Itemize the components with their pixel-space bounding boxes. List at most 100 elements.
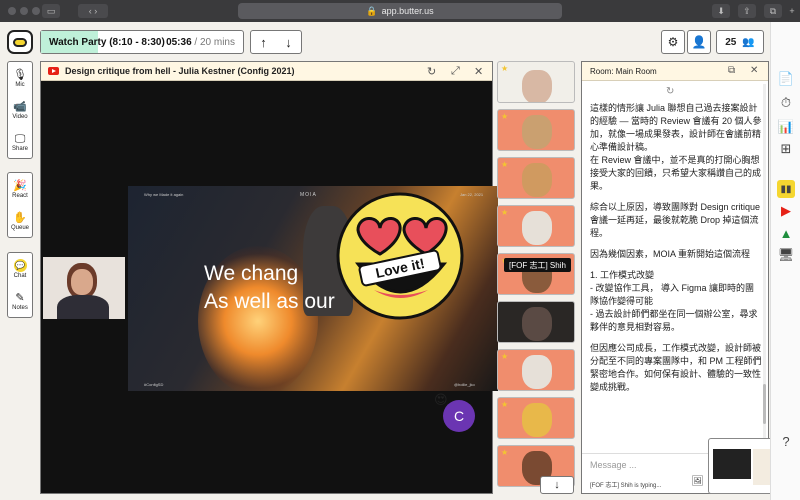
scroll-down-arrow-icon[interactable]: ↓ — [540, 476, 574, 494]
document-icon[interactable]: 📄 — [777, 70, 795, 88]
participants-button[interactable]: 25 👥 — [716, 30, 764, 54]
chat-button[interactable]: 💬 Chat — [8, 253, 32, 285]
notes-button[interactable]: ✎ Notes — [8, 285, 32, 317]
party-popper-icon: 🎉 — [13, 179, 27, 192]
panel-tool-group: 💬 Chat ✎ Notes — [7, 252, 33, 318]
av-tool-group: 🎙 Mic 📹 Video 🖵 Share — [7, 61, 33, 159]
chat-message: 在 Review 會議中，並不是真的打開心胸想接受大家的回饋，只希望大家稱讚自己… — [590, 155, 762, 191]
sidebar-toggle-icon[interactable]: ▭ — [42, 4, 60, 18]
google-drive-icon[interactable]: ▲ — [777, 224, 795, 242]
tabs-icon[interactable]: ⧉ — [764, 4, 782, 18]
butter-logo[interactable] — [7, 30, 33, 54]
avatar[interactable]: C — [443, 400, 475, 432]
youtube-icon[interactable]: ▶ — [777, 202, 795, 220]
participant-tile[interactable]: ★ — [497, 157, 575, 199]
notes-label: Notes — [12, 304, 28, 311]
message-input[interactable]: Message ... — [590, 460, 637, 470]
watch-party-window: Design critique from hell - Julia Kestne… — [40, 61, 498, 494]
group-icon: 👥 — [742, 36, 755, 48]
window-zoom-dot[interactable] — [32, 7, 40, 15]
slide-bottom-right: @hollie_jko — [454, 382, 475, 387]
slide-line-2: As well as our — [204, 290, 335, 313]
chat-message: 因為幾個因素，MOIA 重新開始這個流程 — [590, 249, 751, 259]
participant-tile[interactable]: ★ — [497, 109, 575, 151]
chat-message: 但因應公司成長，工作模式改變，設計師被分配至不同的專案團隊中，和 PM 工程師們… — [590, 343, 762, 392]
video-title: Design critique from hell - Julia Kestne… — [65, 66, 295, 76]
whiteboard-icon[interactable]: 🖥 — [777, 246, 795, 264]
chat-panel: Room: Main Room ⧉ ✕ ↻ 這樣的情形讓 Julia 聯想自己過… — [581, 61, 769, 494]
room-title: Room: Main Room — [590, 66, 657, 76]
timer-icon[interactable]: ⏱ — [777, 94, 795, 112]
chat-header: Room: Main Room ⧉ ✕ — [582, 62, 768, 81]
video-header: Design critique from hell - Julia Kestne… — [41, 62, 492, 81]
agenda-timer[interactable]: Watch Party (8:10 - 8:30) 05:36 / 20 min… — [40, 30, 244, 54]
chat-message: 1. 工作模式改變 - 改變協作工具， 導入 Figma 讓即時的團隊協作變得可… — [590, 270, 758, 332]
mic-label: Mic — [15, 81, 25, 88]
chat-scrollbar[interactable] — [763, 84, 766, 444]
slide-brand: MOIA — [300, 192, 317, 198]
picture-in-picture-preview[interactable] — [708, 438, 773, 494]
agenda-elapsed: 05:36 — [166, 36, 192, 48]
close-icon[interactable]: ✕ — [474, 65, 483, 78]
typing-indicator: [FOF 志工] Shih is typing... — [590, 483, 662, 489]
react-label: React — [12, 192, 28, 199]
window-minimize-dot[interactable] — [20, 7, 28, 15]
image-upload-icon[interactable]: 🖼 — [691, 476, 704, 487]
slide-bottom-left: #ConfigSD — [144, 382, 164, 387]
slide-line-1: We chang — [204, 262, 299, 285]
speaker-camera — [43, 257, 125, 319]
video-label: Video — [12, 113, 28, 120]
agenda-total: / 20 mins — [194, 36, 235, 48]
expand-icon[interactable]: ⤢ — [451, 65, 460, 78]
participant-tile[interactable]: ★ — [497, 349, 575, 391]
back-forward-buttons[interactable]: ‹ › — [78, 4, 108, 18]
participant-tile[interactable] — [497, 301, 575, 343]
chat-messages: 這樣的情形讓 Julia 聯想自己過去接案設計的經驗 — 當時的 Review … — [590, 102, 762, 402]
miro-icon[interactable]: ▮▮ — [777, 180, 795, 198]
settings-gear-icon[interactable]: ⚙ — [661, 30, 685, 54]
react-button[interactable]: 🎉 React — [8, 173, 32, 205]
mic-button[interactable]: 🎙 Mic — [8, 62, 32, 94]
participant-tile[interactable]: ★ — [497, 397, 575, 439]
star-icon: ★ — [501, 448, 509, 457]
browser-chrome: ▭ ‹ › 🔒 app.butter.us ⬇ ⇪ ⧉ + — [0, 0, 800, 22]
download-icon[interactable]: ⬇ — [712, 4, 730, 18]
participant-name-tag: [FOF 志工] Shih — [504, 258, 571, 272]
video-button[interactable]: 📹 Video — [8, 94, 32, 126]
address-bar[interactable]: 🔒 app.butter.us — [238, 3, 562, 19]
star-icon: ★ — [501, 112, 509, 121]
queue-button[interactable]: ✋ Queue — [8, 205, 32, 237]
help-icon[interactable]: ? — [777, 432, 795, 450]
queue-label: Queue — [10, 224, 29, 231]
share-button[interactable]: 🖵 Share — [8, 126, 32, 158]
grid-icon[interactable]: ⊞ — [777, 140, 795, 158]
participant-tile[interactable]: ★ — [497, 205, 575, 247]
arrow-up-icon[interactable]: ↑ — [251, 31, 276, 53]
add-user-icon[interactable]: 👤 — [687, 30, 711, 54]
loading-spinner-icon: ↻ — [666, 86, 675, 97]
star-icon: ★ — [501, 160, 509, 169]
slide-top-left: Why we Made it again — [144, 192, 184, 197]
window-close-dot[interactable] — [8, 7, 16, 15]
popout-icon[interactable]: ⧉ — [728, 65, 735, 76]
share-icon[interactable]: ⇪ — [738, 4, 756, 18]
bar-chart-icon[interactable]: 📊 — [777, 118, 795, 136]
star-icon: ★ — [501, 400, 509, 409]
arrow-down-icon[interactable]: ↓ — [276, 31, 301, 53]
youtube-icon — [48, 67, 59, 75]
participant-tile[interactable]: ★ — [497, 61, 575, 103]
screen-share-icon: 🖵 — [14, 132, 26, 145]
lock-icon: 🔒 — [366, 5, 378, 16]
close-icon[interactable]: ✕ — [750, 65, 758, 76]
refresh-icon[interactable]: ↻ — [427, 65, 436, 78]
love-it-reaction: Love it! — [336, 192, 464, 320]
pencil-icon: ✎ — [15, 291, 25, 304]
agenda-time: 05:36 / 20 mins — [166, 37, 235, 48]
mic-off-icon: 🎙 — [13, 68, 27, 81]
star-icon: ★ — [501, 64, 509, 73]
reaction-tool-group: 🎉 React ✋ Queue — [7, 172, 33, 238]
chat-icon: 💬 — [13, 259, 27, 272]
new-tab-icon[interactable]: + — [786, 4, 798, 18]
chat-message: 綜合以上原因，導致團隊對 Design critique 會議一延再延，最後就乾… — [590, 202, 761, 238]
agenda-title: Watch Party (8:10 - 8:30) — [49, 36, 165, 48]
